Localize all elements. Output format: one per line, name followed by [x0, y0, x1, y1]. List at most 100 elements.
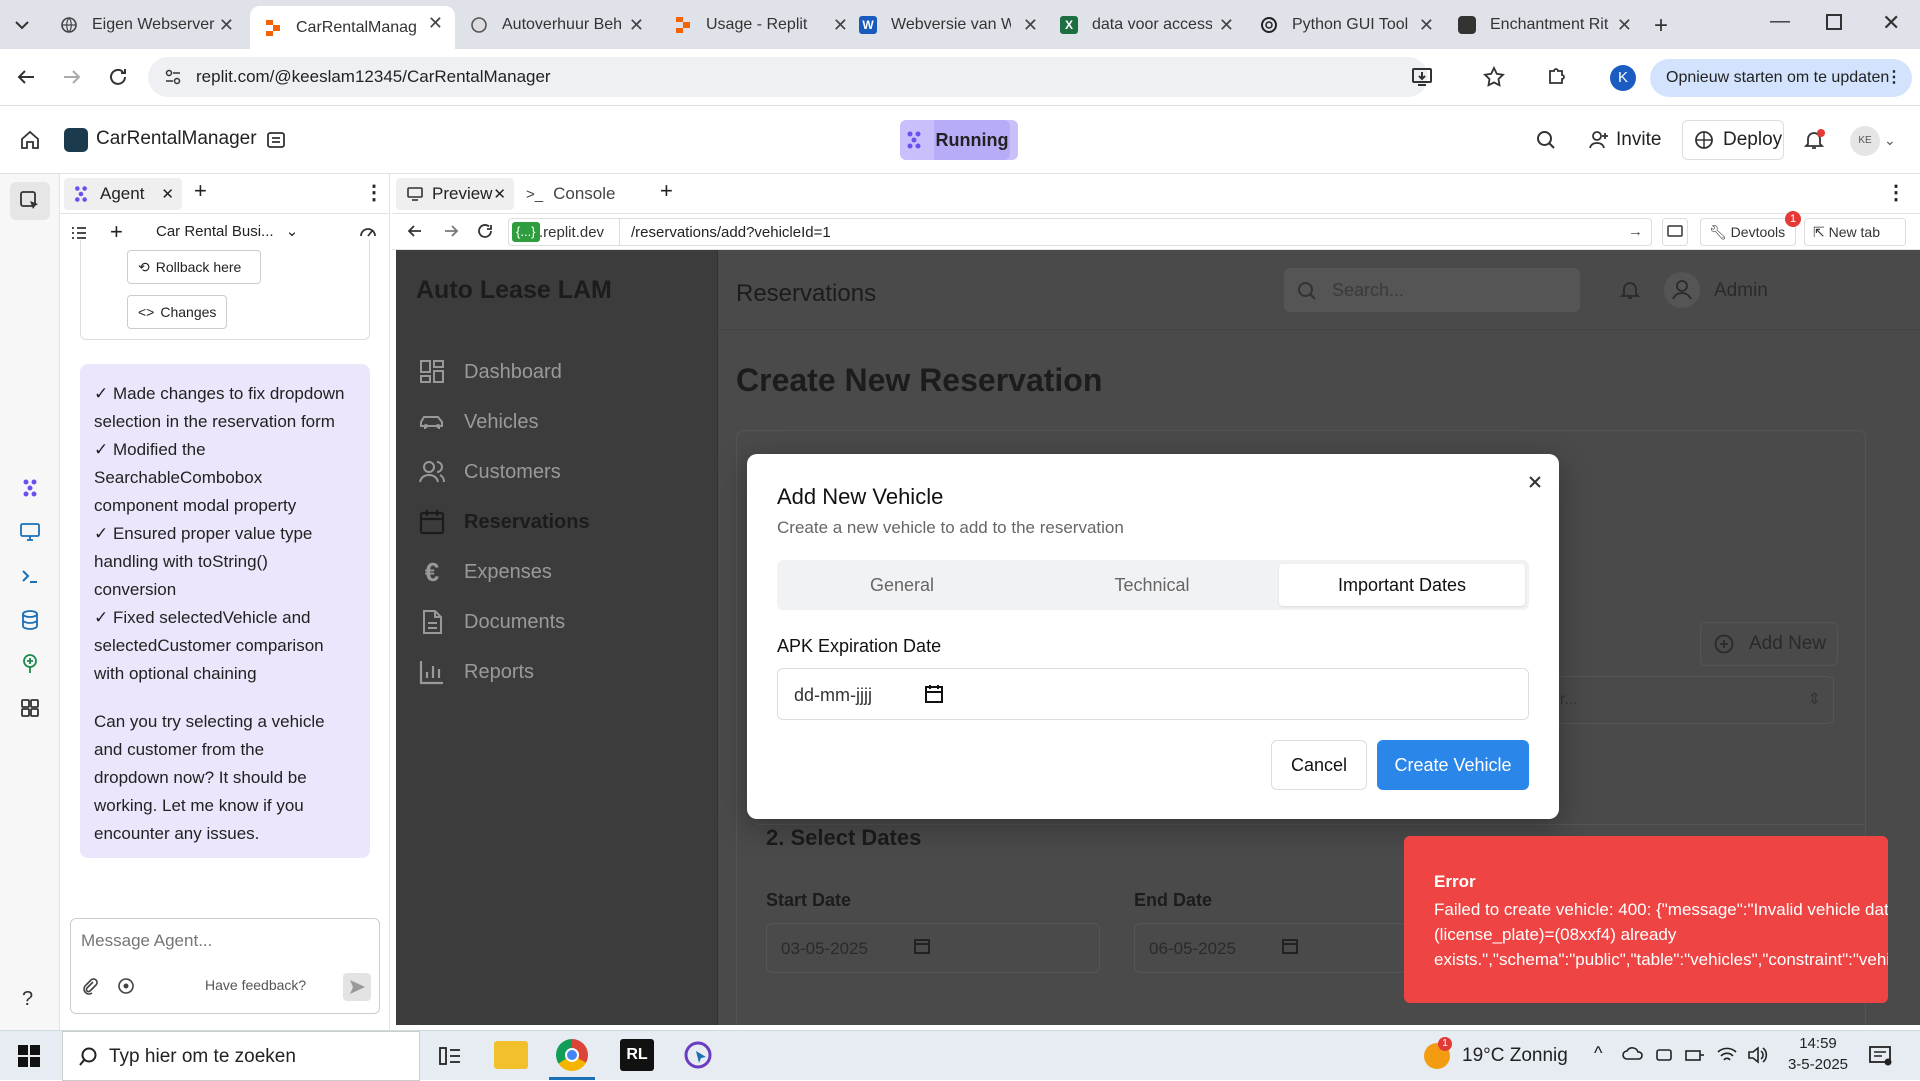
- nav-documents[interactable]: Documents: [418, 608, 565, 636]
- deploy-button[interactable]: Deploy: [1682, 120, 1784, 160]
- device-toggle-icon[interactable]: [1662, 218, 1688, 246]
- calendar-icon[interactable]: [1281, 937, 1299, 955]
- browser-tab[interactable]: Usage - Replit ✕: [660, 8, 860, 42]
- create-vehicle-button[interactable]: Create Vehicle: [1377, 740, 1529, 790]
- arrow-right-icon[interactable]: →: [1628, 223, 1643, 240]
- tab-preview[interactable]: Preview ✕: [396, 178, 514, 210]
- update-button[interactable]: Opnieuw starten om te updaten ⋮: [1650, 59, 1912, 97]
- nav-reservations[interactable]: Reservations: [418, 508, 590, 536]
- feedback-link[interactable]: Have feedback?: [205, 977, 306, 993]
- wifi-icon[interactable]: [1716, 1045, 1738, 1065]
- windows-start-icon[interactable]: [18, 1045, 40, 1067]
- nav-expenses[interactable]: € Expenses: [418, 558, 552, 586]
- preview-url-field[interactable]: {...} .replit.dev /reservations/add?vehi…: [508, 218, 1652, 246]
- tab-general[interactable]: General: [781, 564, 1023, 606]
- nav-customers[interactable]: Customers: [418, 458, 561, 486]
- home-icon[interactable]: [18, 128, 42, 152]
- close-icon[interactable]: ✕: [161, 185, 174, 203]
- browser-tab-active[interactable]: CarRentalManag ✕: [250, 6, 455, 49]
- run-status-button[interactable]: Running: [900, 120, 1018, 160]
- nav-vehicles[interactable]: Vehicles: [418, 408, 539, 436]
- tray-app-icon[interactable]: [1654, 1045, 1674, 1065]
- speed-gauge-icon[interactable]: [358, 222, 378, 242]
- changes-button[interactable]: <> Changes: [127, 295, 227, 329]
- tab-technical[interactable]: Technical: [1031, 564, 1273, 606]
- close-icon[interactable]: ✕: [1419, 15, 1434, 36]
- notification-center-icon[interactable]: [1868, 1045, 1892, 1067]
- preview-icon[interactable]: [18, 520, 42, 544]
- cursor-select-icon[interactable]: [18, 189, 42, 213]
- window-close-icon[interactable]: ✕: [1882, 10, 1900, 36]
- forward-icon[interactable]: [60, 65, 84, 89]
- console-icon[interactable]: [18, 564, 42, 588]
- project-name[interactable]: CarRentalManager: [96, 128, 257, 150]
- browser-tab[interactable]: W Webversie van W ✕: [845, 8, 1050, 42]
- close-icon[interactable]: ✕: [1023, 15, 1038, 36]
- volume-icon[interactable]: [1746, 1045, 1768, 1065]
- close-icon[interactable]: ✕: [1219, 15, 1234, 36]
- onedrive-icon[interactable]: [1622, 1045, 1644, 1061]
- clock[interactable]: 14:59 3-5-2025: [1780, 1035, 1856, 1073]
- close-icon[interactable]: ✕: [1617, 15, 1632, 36]
- reload-icon[interactable]: [106, 65, 130, 89]
- weather-text[interactable]: 19°C Zonnig: [1462, 1045, 1568, 1067]
- database-icon[interactable]: [18, 608, 42, 632]
- apk-date-input[interactable]: dd-mm-jjjj: [777, 668, 1529, 720]
- agent-message-input[interactable]: [81, 927, 361, 955]
- chevron-down-icon[interactable]: ⌄: [1884, 132, 1896, 149]
- attach-icon[interactable]: [81, 977, 99, 995]
- rollback-button[interactable]: ⟲ Rollback here: [127, 250, 261, 284]
- send-button[interactable]: [343, 973, 371, 1001]
- omnibox[interactable]: replit.com/@keeslam12345/CarRentalManage…: [148, 57, 1432, 97]
- site-settings-icon[interactable]: [164, 68, 182, 86]
- devtools-button[interactable]: 🔧︎ Devtools 1: [1700, 211, 1801, 246]
- profile-avatar[interactable]: K: [1610, 65, 1636, 91]
- more-vert-icon[interactable]: ⋮: [1886, 180, 1906, 205]
- cursor-app-icon[interactable]: [682, 1039, 714, 1071]
- search-icon[interactable]: [1534, 128, 1558, 152]
- install-app-icon[interactable]: [1410, 65, 1434, 89]
- add-tab-icon[interactable]: +: [660, 178, 673, 204]
- customer-combobox[interactable]: er... ⇕: [1544, 676, 1834, 724]
- task-view-icon[interactable]: [438, 1045, 462, 1067]
- calendar-icon[interactable]: [924, 684, 944, 704]
- notifications-icon[interactable]: [1802, 128, 1826, 152]
- close-icon[interactable]: ✕: [428, 13, 443, 34]
- chevron-up-icon[interactable]: ^: [1594, 1043, 1602, 1064]
- browser-tab[interactable]: Autoverhuur Beh ✕: [456, 8, 656, 42]
- close-icon[interactable]: ✕: [629, 15, 644, 36]
- files-icon[interactable]: [264, 128, 288, 152]
- browser-tab[interactable]: Enchantment Rit ✕: [1444, 8, 1644, 42]
- close-icon[interactable]: [1525, 472, 1545, 492]
- taskbar-search[interactable]: Typ hier om te zoeken: [62, 1031, 420, 1081]
- browser-tab[interactable]: Eigen Webserver ✕: [46, 8, 246, 42]
- more-vert-icon[interactable]: ⋮: [364, 180, 384, 205]
- nav-reports[interactable]: Reports: [418, 658, 534, 686]
- nav-dashboard[interactable]: Dashboard: [418, 358, 562, 386]
- start-date-input[interactable]: 03-05-2025: [766, 923, 1100, 973]
- browser-tab[interactable]: X data voor access ✕: [1046, 8, 1246, 42]
- cancel-button[interactable]: Cancel: [1271, 740, 1367, 790]
- add-tab-icon[interactable]: +: [194, 178, 207, 204]
- tab-important-dates[interactable]: Important Dates: [1279, 564, 1525, 606]
- browser-tab[interactable]: Python GUI Tool ✕: [1246, 8, 1446, 42]
- back-icon[interactable]: [406, 222, 424, 240]
- close-icon[interactable]: ✕: [219, 15, 234, 36]
- chrome-icon[interactable]: [556, 1039, 588, 1071]
- user-avatar[interactable]: KE: [1850, 126, 1880, 156]
- tab-search-icon[interactable]: [10, 13, 34, 37]
- target-icon[interactable]: [117, 977, 135, 995]
- new-tab-button[interactable]: ⇱ New tab: [1804, 218, 1906, 246]
- file-explorer-icon[interactable]: [494, 1041, 528, 1069]
- reload-icon[interactable]: [476, 222, 494, 240]
- forward-icon[interactable]: [442, 222, 460, 240]
- tab-console[interactable]: >_ Console: [526, 178, 615, 210]
- rl-app-icon[interactable]: RL: [620, 1039, 654, 1071]
- tab-agent[interactable]: Agent ✕: [64, 178, 182, 210]
- close-icon[interactable]: ✕: [493, 185, 506, 203]
- more-vert-icon[interactable]: ⋮: [1886, 59, 1902, 97]
- agent-icon[interactable]: [18, 476, 42, 500]
- chat-title-dropdown[interactable]: Car Rental Busi... ⌄: [156, 222, 298, 240]
- maximize-icon[interactable]: [1826, 14, 1842, 30]
- user-icon[interactable]: [1664, 272, 1700, 308]
